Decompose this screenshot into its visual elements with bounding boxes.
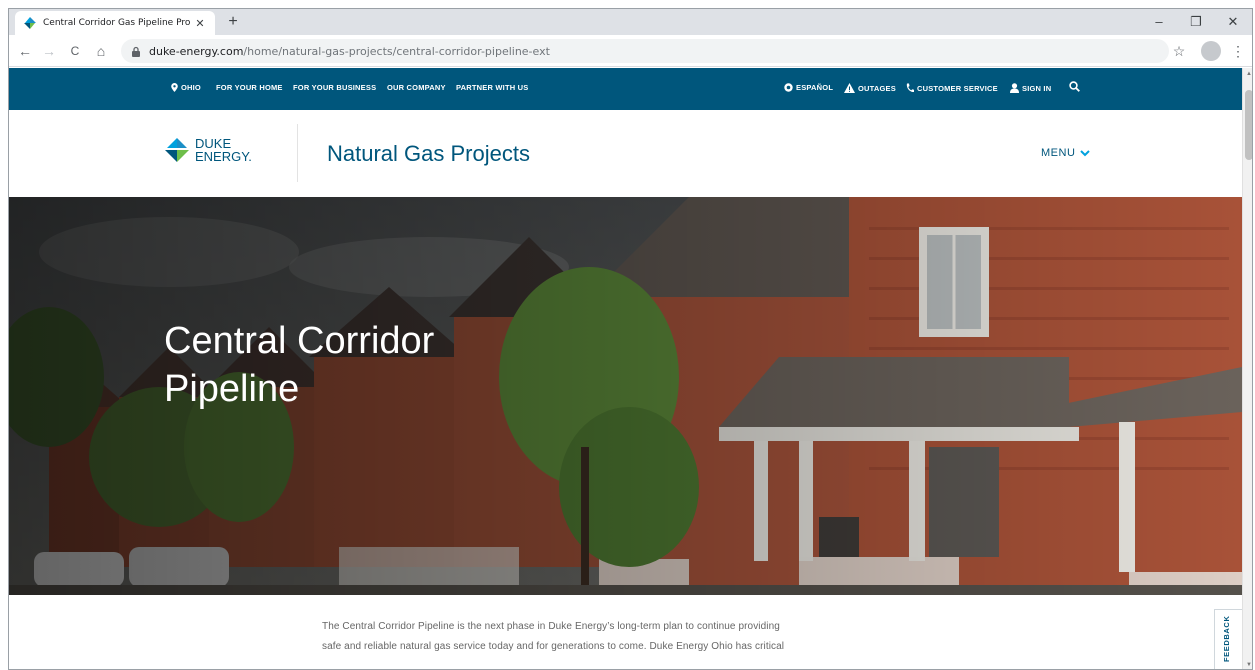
- globe-icon: [784, 83, 793, 92]
- tab-close-icon[interactable]: ✕: [193, 17, 207, 30]
- site-header: DUKE ENERGY. Natural Gas Projects MENU: [9, 110, 1242, 197]
- outages-link[interactable]: OUTAGES: [844, 83, 896, 93]
- new-tab-button[interactable]: +: [223, 12, 243, 32]
- phone-icon: [906, 83, 914, 93]
- nav-our-company[interactable]: OUR COMPANY: [387, 83, 446, 92]
- hero-banner: Central Corridor Pipeline: [9, 197, 1242, 595]
- browser-menu-icon[interactable]: ⋮: [1231, 41, 1245, 61]
- nav-partner-with-us[interactable]: PARTNER WITH US: [456, 83, 528, 92]
- warning-icon: [844, 83, 855, 93]
- url-host: duke-energy.com: [149, 44, 244, 58]
- scroll-down-arrow-icon[interactable]: ▼: [1243, 659, 1252, 669]
- user-icon: [1010, 83, 1019, 93]
- chevron-down-icon: [1080, 149, 1091, 156]
- menu-label: MENU: [1041, 147, 1076, 159]
- intro-paragraph: The Central Corridor Pipeline is the nex…: [322, 617, 922, 657]
- browser-tab[interactable]: Central Corridor Gas Pipeline Pro ✕: [15, 11, 215, 35]
- tab-title: Central Corridor Gas Pipeline Pro: [43, 18, 191, 28]
- scrollbar-thumb[interactable]: [1245, 90, 1252, 160]
- minimize-button[interactable]: –: [1140, 9, 1178, 35]
- feedback-label: FEEDBACK: [1222, 615, 1231, 662]
- forward-button[interactable]: →: [39, 41, 59, 61]
- intro-line-1: The Central Corridor Pipeline is the nex…: [322, 621, 780, 632]
- lock-icon: [132, 46, 140, 57]
- outages-label: OUTAGES: [858, 83, 896, 93]
- intro-line-2: safe and reliable natural gas service to…: [322, 641, 785, 652]
- close-window-button[interactable]: ✕: [1214, 9, 1252, 35]
- search-icon: [1069, 81, 1080, 92]
- duke-energy-favicon-icon: [24, 17, 36, 29]
- reload-button[interactable]: C: [65, 41, 85, 61]
- sign-in-link[interactable]: SIGN IN: [1010, 83, 1051, 93]
- url-path: /home/natural-gas-projects/central-corri…: [243, 44, 550, 58]
- customer-service-link[interactable]: CUSTOMER SERVICE: [906, 83, 998, 93]
- address-bar[interactable]: duke-energy.com/home/natural-gas-project…: [121, 39, 1169, 63]
- browser-toolbar: ← → C ⌂ duke-energy.com/home/natural-gas…: [9, 35, 1252, 67]
- utility-nav-bar: OHIO FOR YOUR HOME FOR YOUR BUSINESS OUR…: [9, 68, 1242, 110]
- hero-title-line-1: Central Corridor: [164, 320, 435, 362]
- header-divider: [297, 124, 298, 182]
- page-scrollbar[interactable]: ▲ ▼: [1242, 68, 1252, 669]
- back-button[interactable]: ←: [15, 41, 35, 61]
- logo-line-2: ENERGY.: [195, 149, 252, 164]
- feedback-tab[interactable]: FEEDBACK: [1214, 609, 1242, 669]
- location-label: OHIO: [181, 83, 201, 92]
- hero-title-line-2: Pipeline: [164, 368, 300, 410]
- bookmark-star-icon[interactable]: ☆: [1169, 41, 1189, 61]
- location-pin-icon: [171, 83, 178, 92]
- maximize-button[interactable]: ❐: [1177, 9, 1215, 35]
- language-label: ESPAÑOL: [796, 83, 834, 92]
- browser-window: Central Corridor Gas Pipeline Pro ✕ + – …: [8, 8, 1253, 670]
- search-button[interactable]: [1069, 81, 1083, 92]
- nav-for-your-home[interactable]: FOR YOUR HOME: [216, 83, 283, 92]
- sign-in-label: SIGN IN: [1022, 83, 1052, 93]
- duke-energy-logo[interactable]: DUKE ENERGY.: [163, 137, 252, 163]
- main-content: The Central Corridor Pipeline is the nex…: [9, 595, 1242, 669]
- nav-for-your-business[interactable]: FOR YOUR BUSINESS: [293, 83, 376, 92]
- logo-wordmark: DUKE ENERGY.: [195, 137, 252, 163]
- profile-avatar[interactable]: [1201, 41, 1221, 61]
- site-title[interactable]: Natural Gas Projects: [327, 141, 530, 167]
- location-selector[interactable]: OHIO: [171, 83, 201, 92]
- tab-strip: Central Corridor Gas Pipeline Pro ✕ + – …: [9, 9, 1252, 35]
- duke-energy-mark-icon: [165, 138, 189, 162]
- scroll-up-arrow-icon[interactable]: ▲: [1243, 68, 1252, 80]
- language-link[interactable]: ESPAÑOL: [784, 83, 833, 92]
- hero-title: Central Corridor Pipeline: [164, 317, 684, 413]
- menu-button[interactable]: MENU: [1041, 147, 1091, 159]
- home-button[interactable]: ⌂: [91, 41, 111, 61]
- customer-service-label: CUSTOMER SERVICE: [917, 83, 998, 93]
